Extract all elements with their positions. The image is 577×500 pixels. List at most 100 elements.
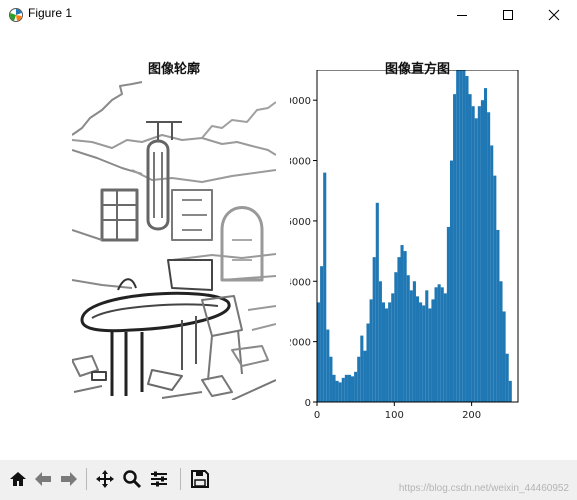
- histogram-bar: [335, 380, 339, 402]
- y-tick-label: 10000: [290, 96, 311, 107]
- histogram-bar: [412, 281, 416, 402]
- histogram-bar: [437, 284, 441, 402]
- histogram-bar: [369, 299, 373, 402]
- histogram-bar: [446, 226, 450, 402]
- toolbar-separator: [86, 468, 87, 490]
- histogram-bar: [378, 281, 382, 402]
- histogram-bar: [341, 377, 345, 402]
- close-button[interactable]: [531, 0, 577, 30]
- histogram-bar: [338, 382, 342, 402]
- histogram-bar: [496, 229, 500, 402]
- move-icon: [96, 470, 114, 488]
- histogram-bar: [425, 290, 429, 402]
- histogram-bar: [329, 356, 333, 402]
- y-tick-label: 8000: [290, 157, 311, 168]
- histogram-bar: [360, 335, 364, 402]
- arrow-right-icon: [61, 472, 77, 486]
- histogram-bar: [493, 175, 497, 402]
- histogram-bar: [388, 302, 392, 402]
- minimize-icon: [457, 15, 467, 16]
- histogram-bar: [391, 293, 395, 402]
- histogram-bar: [508, 380, 512, 402]
- histogram-bar: [400, 245, 404, 402]
- histogram-bar: [471, 106, 475, 402]
- histogram-bar: [462, 70, 466, 402]
- maximize-icon: [503, 10, 513, 20]
- minimize-button[interactable]: [439, 0, 485, 30]
- histogram-bar: [474, 118, 478, 402]
- y-tick-label: 4000: [290, 277, 311, 288]
- histogram-bar: [381, 302, 386, 402]
- navigation-toolbar: https://blog.csdn.net/weixin_44460952: [0, 460, 577, 500]
- window-title: Figure 1: [28, 6, 73, 20]
- zoom-button[interactable]: [120, 466, 144, 492]
- floppy-disk-icon: [191, 470, 209, 488]
- left-subplot-title: 图像轮廓: [147, 62, 200, 77]
- home-icon: [10, 472, 26, 486]
- histogram-bar: [443, 293, 447, 402]
- histogram-bar: [434, 287, 438, 402]
- histogram-bar: [406, 275, 410, 402]
- contour-image: [72, 80, 276, 400]
- histogram-bar: [431, 299, 435, 402]
- histogram-bar: [468, 94, 472, 402]
- back-button[interactable]: [31, 466, 55, 492]
- histogram-bar: [326, 329, 330, 402]
- x-tick-label: 200: [462, 410, 481, 421]
- histogram-bar: [453, 94, 457, 402]
- save-button[interactable]: [188, 466, 212, 492]
- histogram-chart: 0 2000 4000 6000 8000 10000 0 100 200: [290, 70, 519, 421]
- histogram-bar: [344, 374, 348, 402]
- close-icon: [548, 9, 560, 21]
- histogram-bar: [351, 376, 355, 402]
- x-tick-label: 0: [314, 410, 320, 421]
- toolbar-separator: [180, 468, 181, 490]
- histogram-bar: [323, 172, 327, 402]
- histogram-bar: [366, 323, 370, 402]
- histogram-bar: [409, 290, 413, 402]
- histogram-bar: [440, 287, 444, 402]
- histogram-bar: [505, 353, 509, 402]
- histogram-bar: [419, 302, 423, 402]
- x-tick-label: 100: [385, 410, 404, 421]
- histogram-bar: [415, 296, 420, 402]
- forward-button[interactable]: [57, 466, 81, 492]
- title-bar: Figure 1: [0, 0, 577, 30]
- arrow-left-icon: [35, 472, 51, 486]
- histogram-bar: [456, 70, 460, 402]
- histogram-bar: [332, 374, 336, 402]
- pan-button[interactable]: [93, 466, 117, 492]
- histogram-bar: [403, 251, 407, 402]
- maximize-button[interactable]: [485, 0, 531, 30]
- histogram-bar: [363, 350, 367, 402]
- histogram-bar: [375, 202, 379, 402]
- y-tick-label: 6000: [290, 217, 311, 228]
- histogram-bar: [487, 112, 491, 402]
- y-tick-label: 0: [305, 398, 311, 409]
- histogram-bar: [397, 257, 401, 402]
- histogram-bar: [354, 371, 358, 402]
- watermark-text: https://blog.csdn.net/weixin_44460952: [398, 483, 569, 494]
- histogram-bar: [465, 76, 469, 402]
- y-tick-label: 2000: [290, 338, 311, 349]
- sliders-icon: [151, 471, 167, 487]
- histogram-bar: [357, 356, 361, 402]
- histogram-bar: [347, 374, 352, 402]
- histogram-bar: [502, 311, 506, 402]
- histogram-bar: [385, 308, 389, 402]
- histogram-bar: [394, 272, 398, 402]
- histogram-bar: [483, 88, 488, 402]
- histogram-bar: [477, 106, 481, 402]
- histogram-bar: [372, 257, 376, 402]
- home-button[interactable]: [6, 466, 30, 492]
- histogram-bar: [449, 160, 454, 402]
- configure-button[interactable]: [147, 466, 171, 492]
- figure-canvas[interactable]: 图像轮廓 图像直方图 0 000 000 000 000 000 0 100 2…: [0, 30, 577, 460]
- histogram-bar: [422, 305, 426, 402]
- histogram-bar: [480, 100, 484, 402]
- histogram-bar: [428, 308, 432, 402]
- histogram-bar: [320, 266, 324, 402]
- histogram-bar: [459, 70, 463, 402]
- matplotlib-icon: [9, 8, 23, 22]
- histogram-bar: [490, 145, 494, 402]
